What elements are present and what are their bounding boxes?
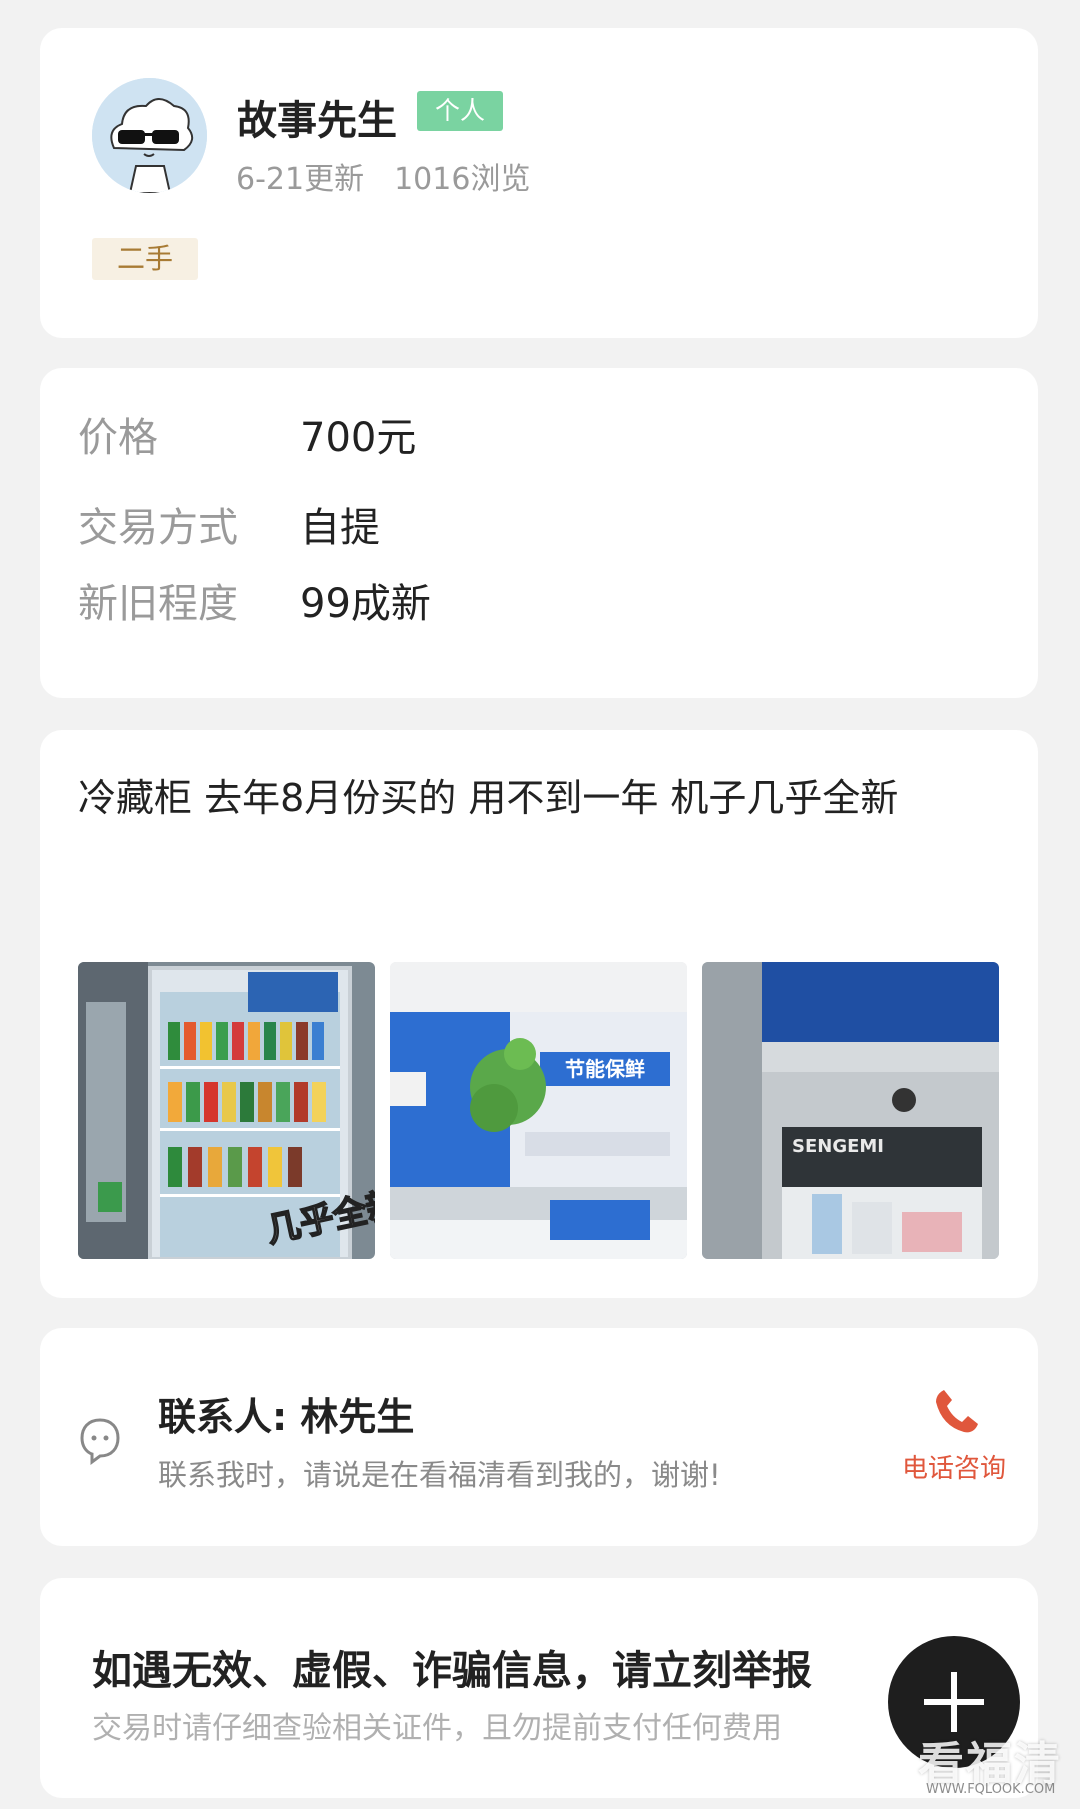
contact-note: 联系我时，请说是在看福清看到我的，谢谢! <box>158 1458 721 1492</box>
contact-card: 联系人: 林先生 联系我时，请说是在看福清看到我的，谢谢! 电话咨询 <box>40 1328 1038 1546</box>
specs-card: 价格 700元 交易方式 自提 新旧程度 99成新 <box>40 368 1038 698</box>
post-meta: 6-21更新 1016浏览 <box>236 154 530 198</box>
personal-tag: 个人 <box>417 91 503 131</box>
user-name[interactable]: 故事先生 <box>237 88 397 146</box>
avatar[interactable] <box>92 78 207 193</box>
call-button[interactable]: 电话咨询 <box>902 1448 1006 1485</box>
category-tag[interactable]: 二手 <box>92 238 198 280</box>
update-date: 6-21更新 <box>236 162 365 197</box>
contact-person: 联系人: 林先生 <box>158 1395 415 1439</box>
report-warning-subtitle: 交易时请仔细查验相关证件，且勿提前支付任何费用 <box>92 1711 782 1746</box>
view-count: 1016浏览 <box>394 162 531 197</box>
phone-icon[interactable] <box>930 1386 982 1438</box>
description-text: 冷藏柜 去年8月份买的 用不到一年 机子几乎全新 <box>78 776 899 820</box>
fridge-photo-icon: 几乎全新 <box>78 962 375 1259</box>
photo-overlay-text: SENGEMI <box>792 1136 884 1157</box>
spec-label: 新旧程度 <box>78 581 238 627</box>
photo-overlay-text: 节能保鲜 <box>565 1057 645 1081</box>
sign-photo-icon: 节能保鲜 <box>390 962 687 1259</box>
photo-fridge-front[interactable]: 几乎全新 <box>78 962 375 1259</box>
description-card: 冷藏柜 去年8月份买的 用不到一年 机子几乎全新 几乎全新 节能保鲜 SENGE… <box>40 730 1038 1298</box>
brand-photo-icon: SENGEMI <box>702 962 999 1259</box>
spec-label: 交易方式 <box>78 505 238 551</box>
spec-label: 价格 <box>78 415 158 461</box>
chat-bubble-icon <box>80 1418 120 1465</box>
photo-fridge-brand[interactable]: SENGEMI <box>702 962 999 1259</box>
profile-card: 故事先生 个人 6-21更新 1016浏览 二手 <box>40 28 1038 338</box>
spec-value: 99成新 <box>300 581 431 627</box>
photo-fridge-sign[interactable]: 节能保鲜 <box>390 962 687 1259</box>
report-warning-title[interactable]: 如遇无效、虚假、诈骗信息，请立刻举报 <box>92 1638 812 1696</box>
watermark-url: WWW.FQLOOK.COM <box>926 1782 1056 1797</box>
spec-value: 自提 <box>300 505 380 551</box>
cloud-avatar-icon <box>92 78 207 193</box>
spec-value: 700元 <box>300 415 417 461</box>
